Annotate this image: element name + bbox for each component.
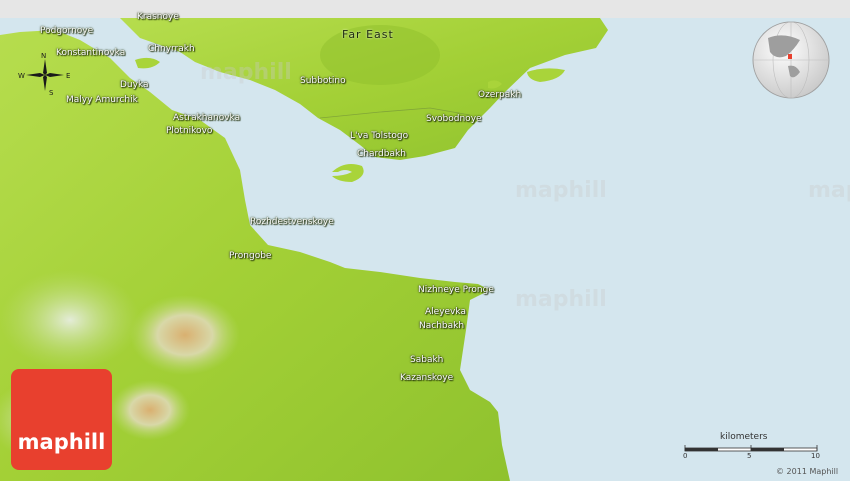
place-label[interactable]: Malyy Amurchik xyxy=(66,96,138,105)
place-label[interactable]: Aleyevka xyxy=(425,308,466,317)
place-label[interactable]: Svobodnoye xyxy=(426,115,482,124)
logo-text: maphill xyxy=(17,430,106,454)
place-label[interactable]: Chardbakh xyxy=(357,150,406,159)
map-canvas[interactable]: maphill maphill maphill maphill Far East… xyxy=(0,0,850,481)
compass-n: N xyxy=(41,53,46,60)
compass-e: E xyxy=(66,72,70,80)
watermark: maphill xyxy=(808,178,850,203)
place-label[interactable]: Duyka xyxy=(120,81,149,90)
scale-tick: 10 xyxy=(811,452,820,460)
compass-s: S xyxy=(49,89,54,97)
scale-bar-graphic xyxy=(684,445,818,452)
top-strip xyxy=(0,0,850,18)
scale-tick: 5 xyxy=(747,452,752,460)
relief-highland xyxy=(0,270,140,370)
watermark: maphill xyxy=(515,287,607,312)
copyright-text: © 2011 Maphill xyxy=(776,467,839,476)
region-label: Far East xyxy=(342,28,394,41)
relief-peak-south xyxy=(110,380,190,440)
compass-rose: N E S W xyxy=(18,53,70,97)
watermark: maphill xyxy=(200,60,292,85)
watermark: maphill xyxy=(515,178,607,203)
scale-title: kilometers xyxy=(720,432,768,442)
place-label[interactable]: Kazanskoye xyxy=(400,374,453,383)
place-label[interactable]: Chnyrrakh xyxy=(148,45,195,54)
terrain-layer xyxy=(0,0,850,481)
scale-tick: 0 xyxy=(683,452,688,460)
relief-peak xyxy=(130,295,240,375)
locator-marker xyxy=(788,54,792,59)
compass-w: W xyxy=(18,72,25,80)
place-label[interactable]: Prongobe xyxy=(229,252,271,261)
place-label[interactable]: Sabakh xyxy=(410,356,443,365)
locator-globe-icon[interactable] xyxy=(748,20,834,100)
place-label[interactable]: Nachbakh xyxy=(419,322,464,331)
maphill-logo[interactable]: maphill xyxy=(11,369,112,470)
scale-bar: kilometers 0 5 10 xyxy=(682,432,822,462)
place-label[interactable]: Krasnoye xyxy=(137,13,179,22)
place-label[interactable]: L'va Tolstogo xyxy=(350,132,408,141)
compass-north-arrow xyxy=(43,59,47,75)
place-label[interactable]: Subbotino xyxy=(300,77,346,86)
place-label[interactable]: Astrakhanovka xyxy=(173,114,240,123)
place-label[interactable]: Nizhneye Pronge xyxy=(418,286,494,295)
place-label[interactable]: Rozhdestvenskoye xyxy=(250,218,334,227)
place-label[interactable]: Plotnikovo xyxy=(166,127,212,136)
place-label[interactable]: Ozerpakh xyxy=(478,91,521,100)
place-label[interactable]: Podgornoye xyxy=(40,27,93,36)
